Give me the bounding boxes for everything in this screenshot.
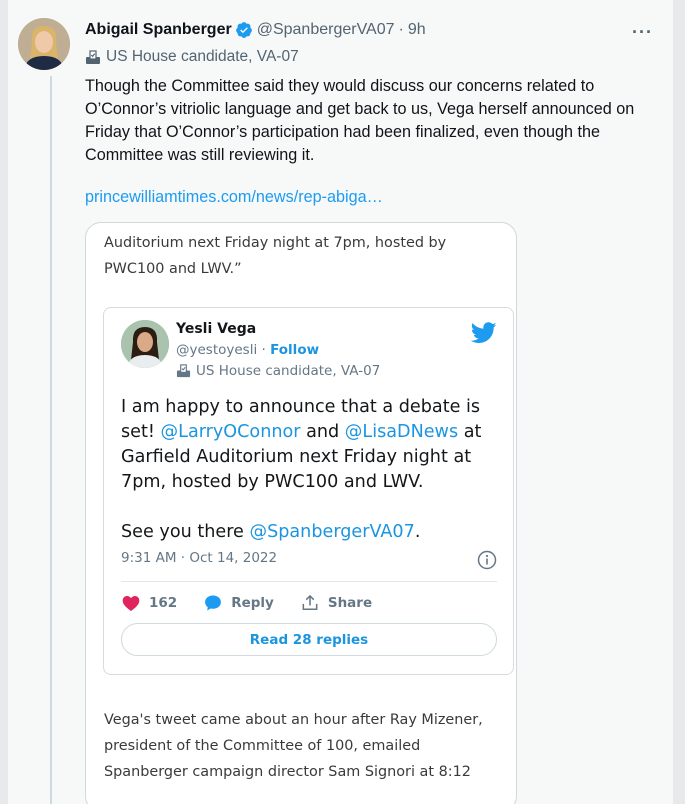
verified-icon xyxy=(235,21,253,39)
candidate-label: US House candidate, VA-07 xyxy=(85,48,299,66)
reply-bubble-icon xyxy=(205,595,222,611)
share-action: Share xyxy=(300,593,372,613)
embed-author-handle: @yestoyesli xyxy=(176,342,258,358)
mention-lisadnews: @LisaDNews xyxy=(344,422,459,442)
embed-text-segment: and xyxy=(300,422,345,442)
candidate-label-text: US House candidate, VA-07 xyxy=(106,48,299,65)
article-link[interactable]: princewilliamtimes.com/news/rep-abiga… xyxy=(85,188,383,207)
twitter-bird-icon xyxy=(470,322,497,344)
thread-line xyxy=(50,76,52,804)
author-name[interactable]: Abigail Spanberger xyxy=(85,21,232,39)
tweet-text: Though the Committee said they would dis… xyxy=(85,77,635,164)
embed-text-segment: . xyxy=(414,522,421,542)
separator-dot: · xyxy=(398,21,404,38)
article-text-bottom: Vega's tweet came about an hour after Ra… xyxy=(104,712,483,780)
mention-larryoconnor: @LarryOConnor xyxy=(160,422,301,442)
tweet-header: Abigail Spanberger @SpanbergerVA07 · 9h xyxy=(85,21,426,39)
read-replies-button: Read 28 replies xyxy=(121,623,497,656)
heart-icon xyxy=(122,596,140,611)
like-action: 162 xyxy=(121,593,177,613)
ballot-box-icon xyxy=(85,49,101,65)
embed-divider xyxy=(121,581,497,582)
separator-dot: · xyxy=(261,342,271,358)
embed-candidate-label: US House candidate, VA-07 xyxy=(176,363,380,379)
tweet-time[interactable]: 9h xyxy=(408,21,426,39)
follow-link: Follow xyxy=(270,342,320,358)
mention-spanbergerva07: @SpanbergerVA07 xyxy=(249,522,415,542)
like-count: 162 xyxy=(149,595,178,611)
reply-action: Reply xyxy=(203,593,274,613)
author-handle[interactable]: @SpanbergerVA07 xyxy=(257,21,395,39)
article-text-top: Auditorium next Friday night at 7pm, hos… xyxy=(104,235,447,277)
embed-timestamp: 9:31 AM · Oct 14, 2022 xyxy=(121,550,278,566)
embed-tweet-text: I am happy to announce that a debate is … xyxy=(121,395,506,545)
info-icon xyxy=(477,550,497,570)
reply-label: Reply xyxy=(231,595,274,611)
embedded-tweet: Yesli Vega @yestoyesli · Follow US House… xyxy=(103,307,514,675)
ballot-box-icon xyxy=(176,363,192,379)
share-icon xyxy=(302,594,318,610)
embed-candidate-text: US House candidate, VA-07 xyxy=(196,363,381,379)
embed-text-segment: See you there xyxy=(121,522,250,542)
embed-actions: 162 Reply Share xyxy=(121,593,398,613)
tweet[interactable]: Abigail Spanberger @SpanbergerVA07 · 9h … xyxy=(8,0,673,804)
share-label: Share xyxy=(327,595,373,611)
embed-author-name: Yesli Vega xyxy=(176,321,257,337)
embed-handle-row: @yestoyesli · Follow xyxy=(176,342,319,358)
article-screenshot[interactable]: Auditorium next Friday night at 7pm, hos… xyxy=(85,222,517,804)
embed-avatar xyxy=(121,320,169,368)
avatar[interactable] xyxy=(18,18,70,70)
more-icon[interactable]: ··· xyxy=(632,22,653,43)
